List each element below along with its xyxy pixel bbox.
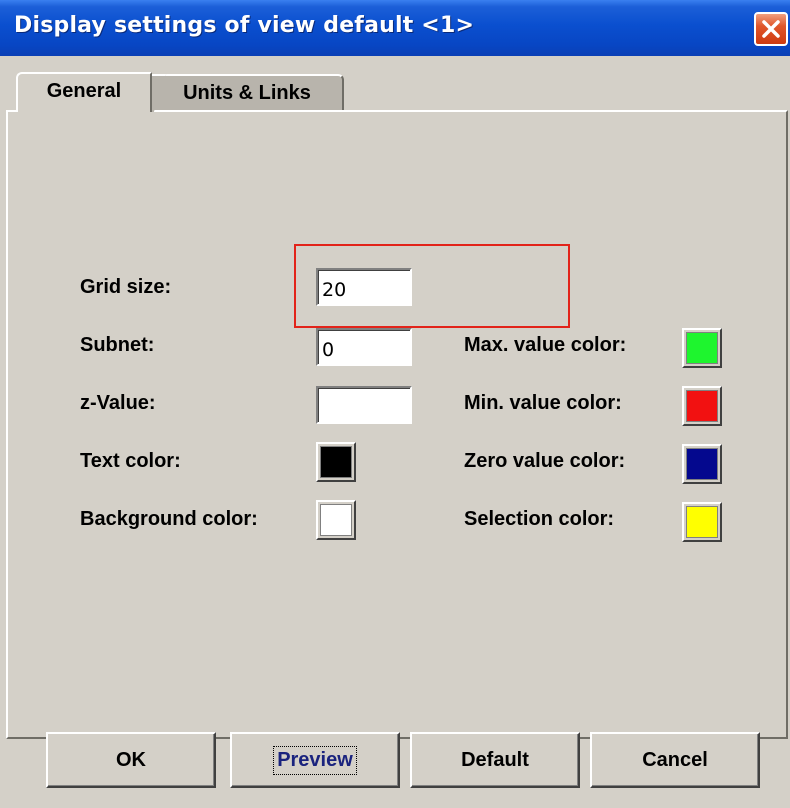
max-value-color-button[interactable] [682, 328, 722, 368]
zero-value-color-swatch [686, 448, 718, 480]
preview-button[interactable]: Preview [230, 732, 400, 788]
tab-general-label: General [46, 79, 122, 102]
selection-color-swatch [686, 506, 718, 538]
title-bar[interactable]: Display settings of view default <1> [0, 0, 790, 56]
z-value-input[interactable] [316, 386, 412, 424]
min-value-color-swatch [686, 390, 718, 422]
zero-value-color-button[interactable] [682, 444, 722, 484]
background-color-swatch [320, 504, 352, 536]
z-value-label: z-Value: [80, 392, 156, 414]
background-color-label: Background color: [80, 508, 258, 530]
subnet-input[interactable] [316, 328, 412, 366]
min-value-color-button[interactable] [682, 386, 722, 426]
ok-button[interactable]: OK [46, 732, 216, 788]
default-button[interactable]: Default [410, 732, 580, 788]
tab-units-links-label: Units & Links [183, 81, 311, 104]
grid-size-label: Grid size: [80, 276, 172, 298]
text-color-swatch [320, 446, 352, 478]
default-button-label: Default [461, 748, 529, 771]
dialog-window: Display settings of view default <1> Uni… [0, 0, 790, 808]
cancel-button-label: Cancel [642, 748, 708, 771]
general-tab-panel [6, 110, 788, 739]
zero-value-color-label: Zero value color: [464, 450, 626, 472]
preview-button-label: Preview [273, 745, 357, 775]
selection-color-button[interactable] [682, 502, 722, 542]
tab-units-links[interactable]: Units & Links [152, 74, 344, 110]
window-title: Display settings of view default <1> [14, 13, 475, 38]
text-color-button[interactable] [316, 442, 356, 482]
grid-size-input[interactable] [316, 268, 412, 306]
dialog-client-area: Units & Links General Grid size: Subnet:… [6, 56, 790, 808]
close-button[interactable] [754, 12, 788, 46]
min-value-color-label: Min. value color: [464, 392, 622, 414]
close-icon [762, 20, 780, 38]
max-value-color-label: Max. value color: [464, 334, 627, 356]
selection-color-label: Selection color: [464, 508, 615, 530]
text-color-label: Text color: [80, 450, 181, 472]
subnet-label: Subnet: [80, 334, 155, 356]
tab-general[interactable]: General [16, 72, 152, 112]
background-color-button[interactable] [316, 500, 356, 540]
max-value-color-swatch [686, 332, 718, 364]
ok-button-label: OK [116, 748, 146, 771]
cancel-button[interactable]: Cancel [590, 732, 760, 788]
